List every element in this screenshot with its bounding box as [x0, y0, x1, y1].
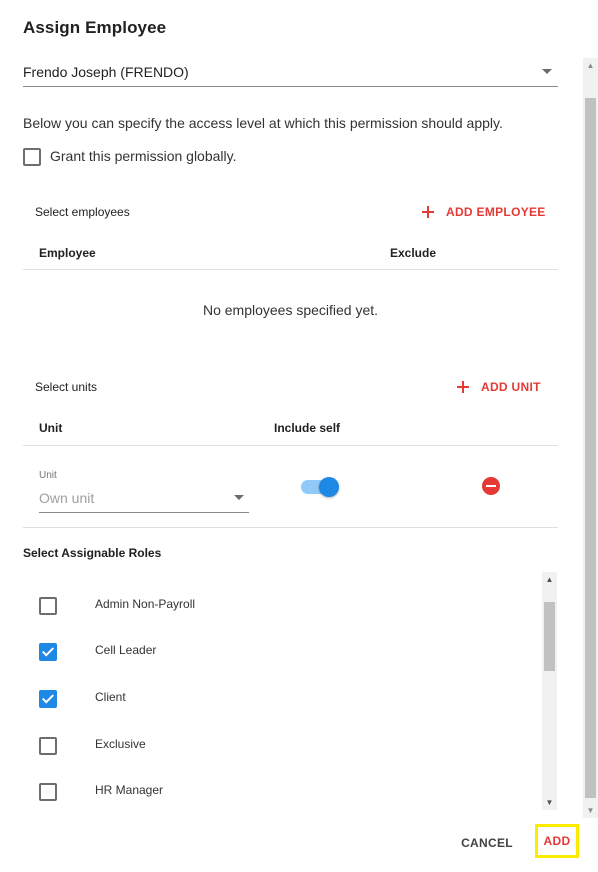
include-self-toggle[interactable] [301, 477, 339, 497]
employee-select[interactable]: Frendo Joseph (FRENDO) [23, 58, 558, 87]
scrollbar-thumb[interactable] [544, 602, 555, 671]
role-row[interactable]: Exclusive [23, 718, 538, 764]
dialog-title: Assign Employee [23, 18, 167, 37]
role-name: Admin Non-Payroll [95, 597, 196, 611]
scroll-up-icon[interactable]: ▲ [542, 572, 557, 587]
add-unit-label: ADD UNIT [481, 380, 541, 394]
roles-list[interactable]: Admin Non-Payroll Cell Leader Client Exc… [23, 572, 558, 810]
unit-select-value: Own unit [39, 490, 95, 506]
role-checkbox[interactable] [39, 597, 57, 615]
role-checkbox[interactable] [39, 643, 57, 661]
access-description: Below you can specify the access level a… [23, 115, 503, 131]
role-row[interactable]: Cell Leader [23, 624, 538, 670]
column-header-exclude: Exclude [390, 246, 437, 260]
role-name: Exclusive [95, 737, 146, 751]
add-unit-button[interactable]: ADD UNIT [457, 380, 541, 394]
column-header-include-self: Include self [274, 421, 341, 435]
roles-scrollbar[interactable]: ▲ ▼ [542, 572, 557, 810]
unit-select[interactable]: Unit Own unit [39, 468, 249, 513]
toggle-knob [319, 477, 339, 497]
plus-icon [457, 381, 469, 393]
role-name: HR Manager [95, 783, 164, 797]
scroll-down-icon[interactable]: ▼ [542, 795, 557, 810]
grant-global-label: Grant this permission globally. [50, 148, 237, 164]
select-roles-label: Select Assignable Roles [23, 546, 162, 560]
scrollbar-thumb[interactable] [585, 98, 596, 798]
select-employees-label: Select employees [35, 205, 130, 219]
grant-global-checkbox[interactable] [23, 148, 41, 166]
add-button[interactable]: ADD [535, 824, 579, 858]
unit-select-label: Unit [39, 470, 57, 481]
scroll-down-icon[interactable]: ▼ [583, 803, 598, 818]
remove-unit-icon[interactable] [482, 477, 500, 495]
divider [23, 445, 558, 446]
chevron-down-icon [234, 495, 244, 500]
role-row[interactable]: Client [23, 671, 538, 717]
role-name: Client [95, 690, 126, 704]
employee-select-value: Frendo Joseph (FRENDO) [23, 64, 189, 80]
cancel-button[interactable]: CANCEL [455, 832, 519, 854]
divider [23, 527, 558, 528]
dialog-scrollbar[interactable]: ▲ ▼ [583, 58, 598, 818]
scroll-up-icon[interactable]: ▲ [583, 58, 598, 73]
plus-icon [422, 206, 434, 218]
column-header-employee: Employee [39, 246, 96, 260]
role-checkbox[interactable] [39, 690, 57, 708]
column-header-unit: Unit [39, 421, 63, 435]
role-name: Cell Leader [95, 643, 157, 657]
role-row[interactable]: HR Manager [23, 764, 538, 810]
role-row[interactable]: Admin Non-Payroll [23, 578, 538, 624]
employees-empty-message: No employees specified yet. [202, 302, 379, 318]
divider [23, 269, 558, 270]
role-checkbox[interactable] [39, 783, 57, 801]
add-employee-label: ADD EMPLOYEE [446, 205, 546, 219]
select-units-label: Select units [35, 380, 98, 394]
chevron-down-icon [542, 69, 552, 74]
role-checkbox[interactable] [39, 737, 57, 755]
add-employee-button[interactable]: ADD EMPLOYEE [422, 205, 546, 219]
